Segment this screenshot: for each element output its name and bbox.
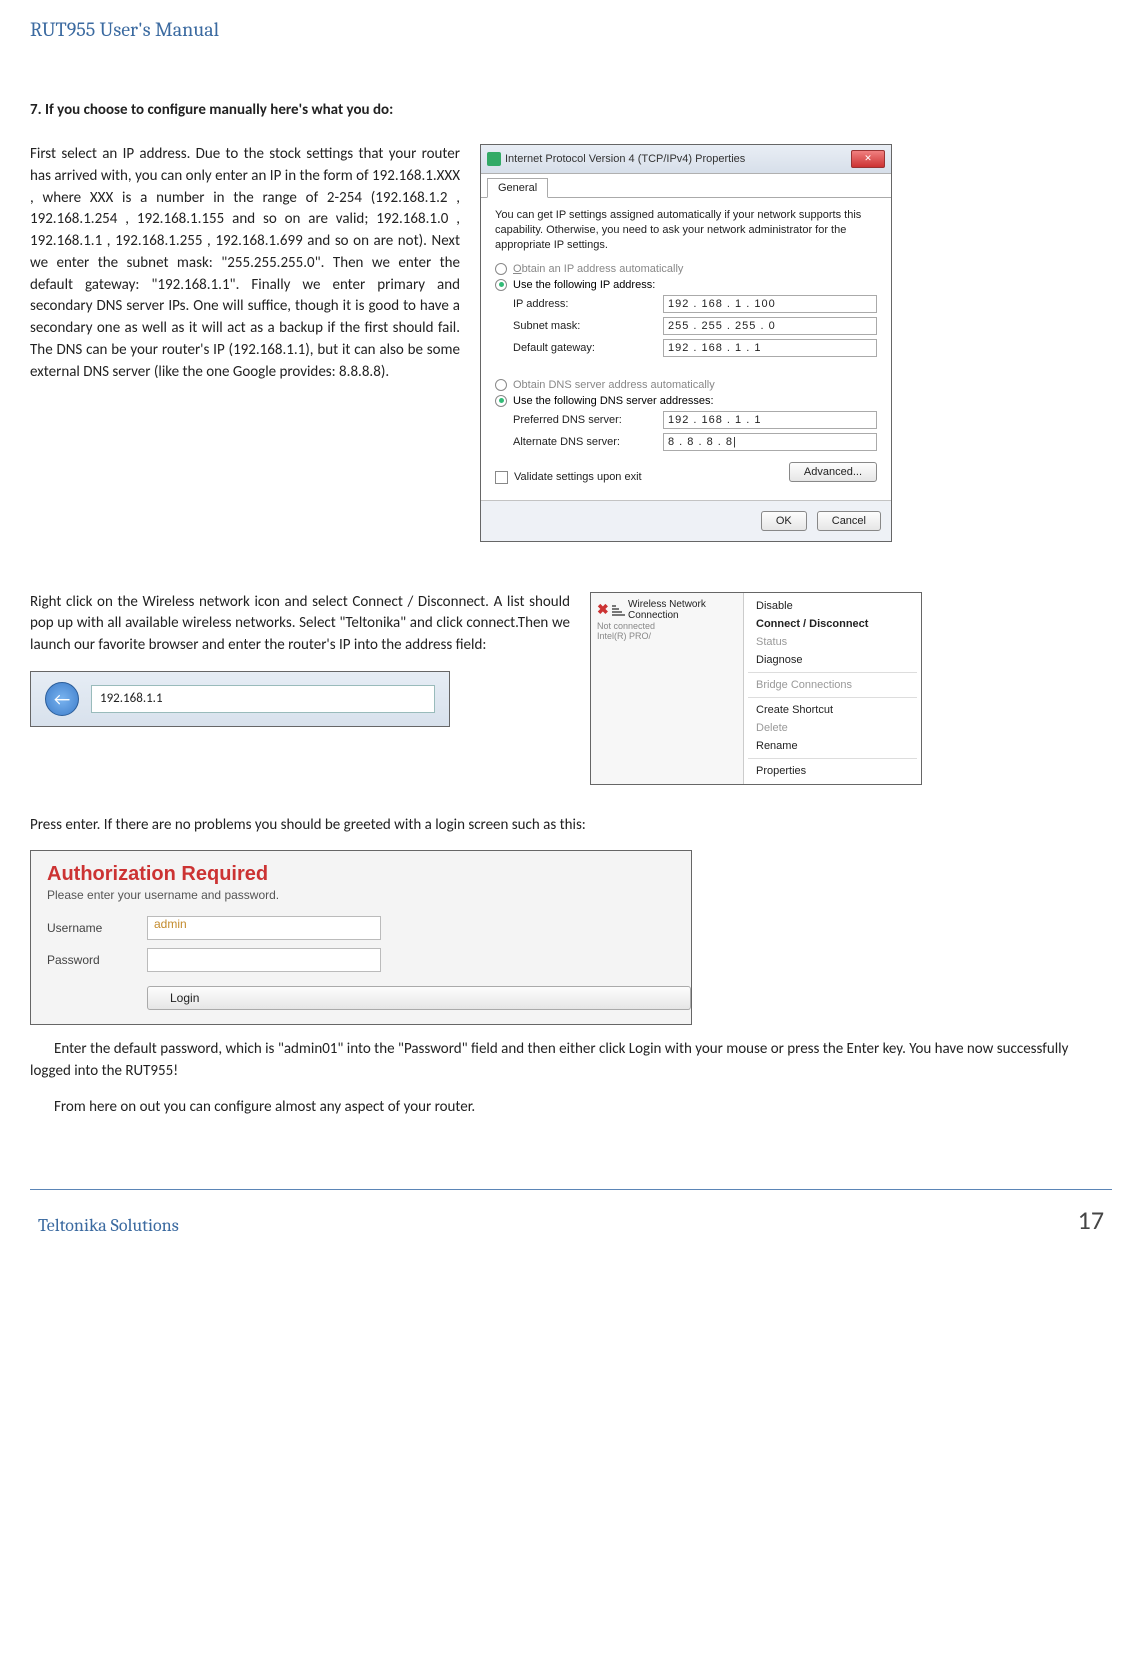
wireless-context-menu: ✖ Wireless Network Connection Not connec… [590, 592, 922, 785]
menu-separator [748, 697, 917, 698]
page-number: 17 [1078, 1204, 1104, 1236]
tray-sub1: Not connected [597, 621, 737, 632]
radio-obtain-dns-label: Obtain DNS server address automatically [513, 379, 715, 391]
menu-diagnose[interactable]: Diagnose [744, 651, 921, 669]
tab-general[interactable]: General [487, 178, 548, 198]
tray-icon-row: ✖ Wireless Network Connection [597, 599, 737, 621]
menu-properties[interactable]: Properties [744, 762, 921, 780]
back-button[interactable]: ← [45, 682, 79, 716]
paragraph-configure: From here on out you can configure almos… [30, 1097, 1112, 1119]
section-heading: 7. If you choose to configure manually h… [30, 101, 1112, 119]
radio-obtain-dns[interactable] [495, 379, 507, 391]
input-ip-address[interactable]: 192 . 168 . 1 . 100 [663, 295, 877, 313]
login-subtitle: Please enter your username and password. [31, 888, 691, 912]
dialog-icon [487, 152, 501, 166]
page-footer: Teltonika Solutions 17 [30, 1189, 1112, 1266]
input-subnet-mask[interactable]: 255 . 255 . 255 . 0 [663, 317, 877, 335]
radio-use-ip[interactable] [495, 279, 507, 291]
label-username: Username [47, 921, 147, 935]
menu-disable[interactable]: Disable [744, 597, 921, 615]
menu-status: Status [744, 633, 921, 651]
menu-connect-disconnect[interactable]: Connect / Disconnect [744, 615, 921, 633]
page-header: RUT955 User's Manual [30, 0, 1112, 51]
paragraph-press-enter: Press enter. If there are no problems yo… [30, 815, 1112, 837]
menu-separator [748, 672, 917, 673]
menu-create-shortcut[interactable]: Create Shortcut [744, 701, 921, 719]
radio-obtain-ip-label: Obtain an IP address automatically [513, 263, 683, 275]
dialog-intro-text: You can get IP settings assigned automat… [495, 208, 877, 253]
paragraph-enter-password: Enter the default password, which is "ad… [30, 1039, 1112, 1083]
paragraph-wireless-connect: Right click on the Wireless network icon… [30, 592, 570, 657]
radio-obtain-ip[interactable] [495, 263, 507, 275]
input-username[interactable]: admin [147, 916, 381, 940]
paragraph-ip-setup: First select an IP address. Due to the s… [30, 144, 460, 383]
login-title: Authorization Required [31, 851, 691, 888]
label-validate: Validate settings upon exit [514, 471, 642, 483]
checkbox-validate[interactable] [495, 471, 508, 484]
ok-button[interactable]: OK [761, 511, 807, 531]
menu-separator [748, 758, 917, 759]
address-field[interactable]: 192.168.1.1 [91, 685, 435, 713]
label-alternate-dns: Alternate DNS server: [513, 436, 663, 448]
tabstrip: General [481, 174, 891, 198]
browser-address-bar: ← 192.168.1.1 [30, 671, 450, 727]
input-preferred-dns[interactable]: 192 . 168 . 1 . 1 [663, 411, 877, 429]
ipv4-properties-dialog: Internet Protocol Version 4 (TCP/IPv4) P… [480, 144, 892, 542]
signal-bars-icon [612, 604, 625, 616]
input-alternate-dns[interactable]: 8 . 8 . 8 . 8| [663, 433, 877, 451]
cancel-button[interactable]: Cancel [817, 511, 881, 531]
label-default-gateway: Default gateway: [513, 342, 663, 354]
radio-use-ip-label: Use the following IP address: [513, 279, 655, 291]
tray-sub2: Intel(R) PRO/ [597, 631, 737, 642]
label-subnet-mask: Subnet mask: [513, 320, 663, 332]
label-preferred-dns: Preferred DNS server: [513, 414, 663, 426]
dialog-title: Internet Protocol Version 4 (TCP/IPv4) P… [505, 153, 847, 165]
login-button[interactable]: Login [147, 986, 691, 1010]
disconnect-icon: ✖ [597, 601, 609, 618]
radio-use-dns[interactable] [495, 395, 507, 407]
login-panel: Authorization Required Please enter your… [30, 850, 692, 1025]
input-default-gateway[interactable]: 192 . 168 . 1 . 1 [663, 339, 877, 357]
menu-bridge: Bridge Connections [744, 676, 921, 694]
menu-rename[interactable]: Rename [744, 737, 921, 755]
input-password[interactable] [147, 948, 381, 972]
footer-brand: Teltonika Solutions [38, 1215, 179, 1236]
tray-title: Wireless Network Connection [628, 599, 737, 621]
label-password: Password [47, 953, 147, 967]
label-ip-address: IP address: [513, 298, 663, 310]
menu-delete: Delete [744, 719, 921, 737]
advanced-button[interactable]: Advanced... [789, 462, 877, 482]
close-button[interactable]: ✕ [851, 150, 885, 168]
dialog-titlebar: Internet Protocol Version 4 (TCP/IPv4) P… [481, 145, 891, 174]
radio-use-dns-label: Use the following DNS server addresses: [513, 395, 714, 407]
